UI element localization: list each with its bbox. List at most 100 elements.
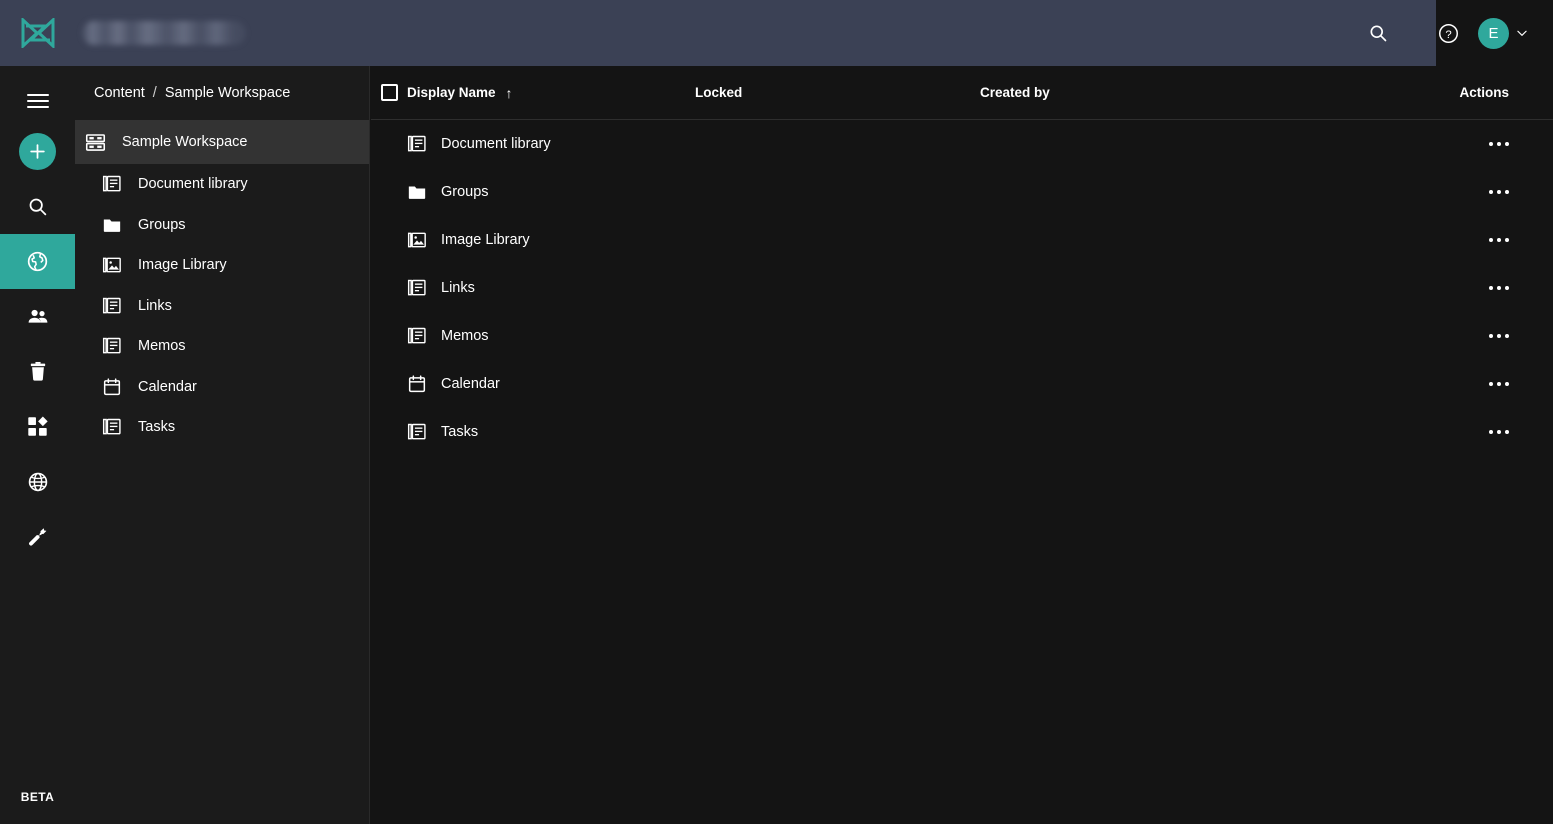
document-library-icon	[102, 174, 122, 194]
document-library-icon	[102, 417, 122, 437]
column-header-locked[interactable]: Locked	[695, 85, 980, 100]
table-row[interactable]: Memos	[371, 312, 1553, 360]
workspace-sidebar: Content / Sample Workspace Sample Worksp…	[75, 66, 370, 824]
user-menu-toggle[interactable]	[1509, 26, 1535, 40]
table-row[interactable]: Groups	[371, 168, 1553, 216]
select-all-checkbox[interactable]	[380, 84, 398, 101]
global-search-button[interactable]	[1356, 11, 1400, 55]
top-bar-right-region: ? E	[1356, 0, 1553, 66]
table-row[interactable]: Links	[371, 264, 1553, 312]
sidebar-tree-root-label: Sample Workspace	[122, 134, 248, 150]
row-display-name-label: Links	[441, 280, 475, 296]
help-button[interactable]: ?	[1426, 11, 1470, 55]
table-row[interactable]: Document library	[371, 120, 1553, 168]
row-display-name-label: Memos	[441, 328, 489, 344]
row-actions-cell	[1400, 326, 1553, 346]
row-display-name-cell: Image Library	[407, 230, 695, 250]
create-new-fab[interactable]	[19, 133, 56, 170]
folder-icon	[102, 215, 122, 235]
row-actions-cell	[1400, 278, 1553, 298]
row-actions-menu-button[interactable]	[1479, 182, 1519, 202]
sidebar-item-label: Tasks	[138, 419, 176, 436]
row-display-name-cell: Memos	[407, 326, 695, 346]
image-library-icon	[102, 255, 122, 275]
sidebar-item-links[interactable]: Links	[75, 286, 369, 327]
row-actions-cell	[1400, 182, 1553, 202]
row-actions-menu-button[interactable]	[1479, 278, 1519, 298]
app-root: ? E BETA Content / Sample Workspace Samp…	[0, 0, 1553, 824]
sidebar-item-image-library[interactable]: Image Library	[75, 245, 369, 286]
row-display-name-label: Calendar	[441, 376, 500, 392]
content-table-region: Display Name ↑ Locked Created by Actions	[371, 66, 1553, 824]
row-display-name-cell: Groups	[407, 182, 695, 202]
column-header-display-name[interactable]: Display Name ↑	[407, 85, 695, 101]
column-header-created-by[interactable]: Created by	[980, 85, 1400, 100]
row-display-name-label: Groups	[441, 184, 489, 200]
sidebar-item-menu-toggle[interactable]	[0, 78, 75, 124]
document-library-icon	[102, 336, 122, 356]
sidebar-item-memos[interactable]: Memos	[75, 326, 369, 367]
row-actions-menu-button[interactable]	[1479, 230, 1519, 250]
sidebar-item-label: Document library	[138, 176, 248, 193]
sidebar-item-dashboard[interactable]	[0, 399, 75, 454]
sidebar-item-label: Groups	[138, 216, 186, 233]
sidebar-item-search[interactable]	[0, 179, 75, 234]
sidebar-item-label: Memos	[138, 338, 186, 355]
plus-icon	[30, 144, 45, 159]
top-bar: ? E	[0, 0, 1553, 66]
image-library-icon	[407, 230, 427, 250]
sidebar-item-users[interactable]	[0, 289, 75, 344]
table-row[interactable]: Tasks	[371, 408, 1553, 456]
sidebar-tree-root[interactable]: Sample Workspace	[75, 120, 369, 164]
globe-americas-icon	[27, 251, 48, 272]
wrench-icon	[29, 528, 47, 546]
document-library-icon	[407, 326, 427, 346]
breadcrumb-separator: /	[152, 85, 157, 101]
column-header-display-name-label: Display Name	[407, 85, 496, 100]
sidebar-item-tasks[interactable]: Tasks	[75, 407, 369, 448]
beta-badge: BETA	[20, 790, 55, 804]
row-actions-cell	[1400, 422, 1553, 442]
column-header-actions: Actions	[1459, 85, 1509, 100]
sidebar-item-recycle-bin[interactable]	[0, 344, 75, 399]
document-library-icon	[407, 134, 427, 154]
search-icon	[1370, 25, 1387, 42]
row-actions-menu-button[interactable]	[1479, 374, 1519, 394]
sidebar-item-label: Image Library	[138, 257, 227, 274]
breadcrumb-current[interactable]: Sample Workspace	[165, 85, 290, 101]
row-actions-cell	[1400, 230, 1553, 250]
people-icon	[28, 309, 47, 323]
row-actions-menu-button[interactable]	[1479, 326, 1519, 346]
table-header-row: Display Name ↑ Locked Created by Actions	[371, 66, 1553, 120]
chevron-down-icon	[1517, 30, 1527, 36]
sidebar-item-content[interactable]	[0, 234, 75, 289]
row-actions-menu-button[interactable]	[1479, 134, 1519, 154]
app-logo-icon	[21, 18, 55, 48]
hamburger-icon	[26, 94, 49, 108]
row-display-name-cell: Calendar	[407, 374, 695, 394]
document-library-icon	[102, 296, 122, 316]
sidebar-item-calendar[interactable]: Calendar	[75, 367, 369, 408]
left-rail: BETA	[0, 66, 75, 824]
row-actions-menu-button[interactable]	[1479, 422, 1519, 442]
row-actions-cell	[1400, 134, 1553, 154]
row-display-name-label: Image Library	[441, 232, 530, 248]
sidebar-item-network[interactable]	[0, 454, 75, 509]
breadcrumb: Content / Sample Workspace	[75, 66, 369, 120]
sidebar-item-document-library[interactable]: Document library	[75, 164, 369, 205]
table-row[interactable]: Calendar	[371, 360, 1553, 408]
create-new-button[interactable]	[0, 124, 75, 179]
help-circle-icon: ?	[1438, 23, 1458, 43]
user-avatar[interactable]: E	[1478, 17, 1509, 49]
app-logo[interactable]	[0, 0, 76, 66]
redacted-title	[82, 21, 246, 45]
row-display-name-label: Tasks	[441, 424, 479, 440]
sidebar-item-groups[interactable]: Groups	[75, 205, 369, 246]
table-row[interactable]: Image Library	[371, 216, 1553, 264]
search-icon	[29, 198, 47, 216]
calendar-icon	[102, 377, 122, 397]
top-bar-left-region	[0, 0, 1436, 66]
breadcrumb-root[interactable]: Content	[94, 85, 145, 101]
trash-icon	[30, 361, 45, 381]
sidebar-item-settings[interactable]	[0, 509, 75, 564]
